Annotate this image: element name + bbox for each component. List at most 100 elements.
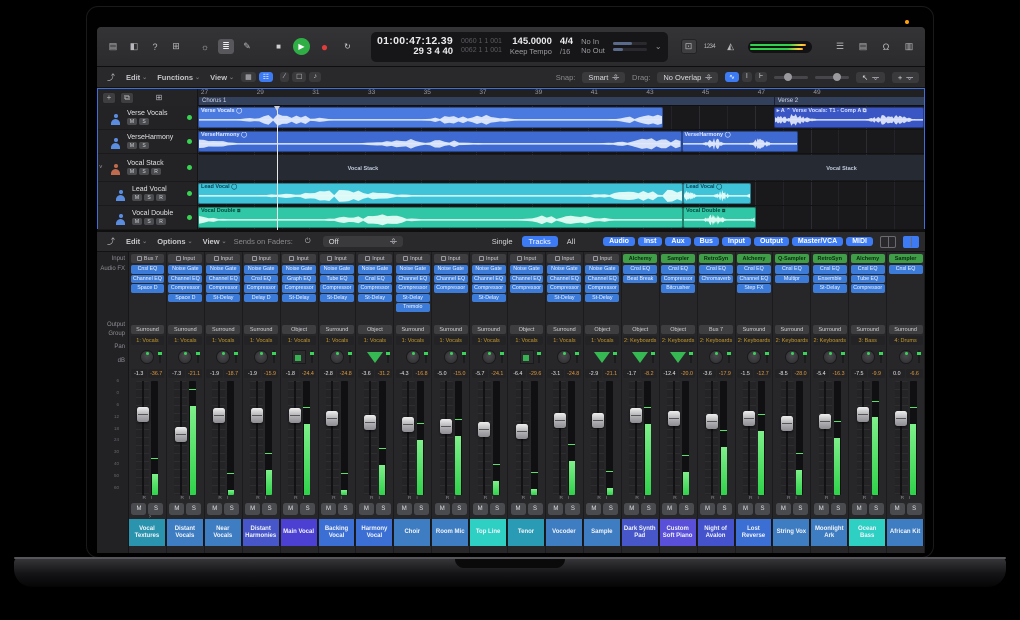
fx-slot[interactable]: Noise Gate (168, 265, 202, 274)
mute-button[interactable]: M (738, 503, 753, 515)
group-slot[interactable]: 2: Keyboards (623, 336, 657, 345)
smart-controls-icon[interactable]: ☼ (197, 39, 213, 54)
input-monitor-letter[interactable]: I (454, 496, 455, 502)
volume-fader[interactable] (516, 381, 529, 495)
volume-fader[interactable] (478, 381, 491, 495)
input-monitor-letter[interactable]: I (265, 496, 266, 502)
track-header[interactable]: VerseHarmony MS (98, 130, 197, 154)
volume-fader[interactable] (667, 381, 680, 495)
channel-name-plate[interactable]: Near Vocals (205, 519, 242, 546)
stop-button[interactable]: ■ (270, 38, 287, 55)
filter-audio-button[interactable]: Audio (603, 237, 635, 246)
region[interactable]: Vocal Stack (774, 155, 924, 180)
tracks-back-icon[interactable]: ⤴ (103, 70, 119, 85)
channel-name-plate[interactable]: Custom Soft Piano (660, 519, 697, 546)
input-slot[interactable]: Q-Sampler (775, 254, 809, 263)
inspector-icon[interactable]: ◧ (126, 39, 142, 54)
peak-db-value[interactable]: -24.1 (489, 369, 505, 378)
region[interactable]: Lead Vocal ◯ (683, 183, 751, 204)
dual-pane-icon[interactable] (903, 236, 919, 248)
group-slot[interactable]: 1: Vocals (472, 336, 506, 345)
peak-db-value[interactable]: -15.9 (262, 369, 278, 378)
group-slot[interactable]: 1: Vocals (510, 336, 544, 345)
snap-select[interactable]: Smart⇕ (582, 72, 625, 83)
peak-db-value[interactable]: -24.8 (337, 369, 353, 378)
track-name[interactable]: Lead Vocal (132, 186, 167, 193)
record-enable-letter[interactable]: R (446, 496, 449, 502)
solo-button[interactable]: S (186, 503, 201, 515)
record-button[interactable]: ● (316, 38, 333, 55)
input-monitor-letter[interactable]: I (606, 496, 607, 502)
record-enable-button[interactable]: R (156, 194, 166, 201)
input-monitor-letter[interactable]: I (416, 496, 417, 502)
input-slot[interactable]: Input (396, 254, 430, 263)
fader-cap[interactable] (175, 427, 187, 442)
region[interactable]: Verse Vocals ◯ (198, 107, 663, 128)
input-monitor-letter[interactable]: I (833, 496, 834, 502)
fader-cap[interactable] (402, 417, 414, 432)
fx-slot[interactable]: Noise Gate (396, 265, 430, 274)
output-slot[interactable]: Surround (131, 325, 165, 334)
group-slot[interactable]: 1: Vocals (547, 336, 581, 345)
channel-name-plate[interactable]: Moonlight Ark (811, 519, 848, 546)
record-enable-letter[interactable]: R (218, 496, 221, 502)
browsers-icon[interactable]: ▥ (901, 39, 917, 54)
mute-button[interactable]: M (169, 503, 184, 515)
peak-db-value[interactable]: -24.4 (300, 369, 316, 378)
pan-control[interactable] (396, 347, 430, 367)
group-slot[interactable]: 1: Vocals (320, 336, 354, 345)
input-slot[interactable]: Input (434, 254, 468, 263)
peak-db-value[interactable]: -6.6 (906, 369, 922, 378)
single-pane-icon[interactable] (880, 236, 896, 248)
solo-button[interactable]: S (144, 194, 154, 201)
channel-name-plate[interactable]: Dark Synth Pad (622, 519, 659, 546)
volume-fader[interactable] (705, 381, 718, 495)
fx-slot[interactable]: Noise Gate (320, 265, 354, 274)
pan-control[interactable] (320, 347, 354, 367)
channel-name-plate[interactable]: Ocean Bass (849, 519, 886, 546)
record-enable-letter[interactable]: R (180, 496, 183, 502)
solo-button[interactable]: S (139, 118, 149, 125)
fx-slot[interactable]: Compressor (547, 284, 581, 293)
input-monitor-letter[interactable]: I (530, 496, 531, 502)
track-name[interactable]: VerseHarmony (127, 134, 173, 141)
fader-cap[interactable] (251, 408, 263, 423)
mute-button[interactable]: M (283, 503, 298, 515)
mute-button[interactable]: M (890, 503, 905, 515)
fx-slot[interactable]: Compressor (206, 284, 240, 293)
mute-button[interactable]: M (131, 503, 146, 515)
fader-cap[interactable] (668, 411, 680, 426)
fx-slot[interactable]: St-Delay (206, 294, 240, 303)
fx-slot[interactable]: Channel EQ (737, 275, 771, 284)
group-slot[interactable]: 2: Keyboards (737, 336, 771, 345)
fx-slot[interactable]: Cnsl EQ (623, 265, 657, 274)
output-slot[interactable]: Surround (851, 325, 885, 334)
fx-slot[interactable]: Space D (168, 294, 202, 303)
fader-cap[interactable] (857, 407, 869, 422)
mute-button[interactable]: M (700, 503, 715, 515)
channel-name-plate[interactable]: Vocoder (546, 519, 583, 546)
group-slot[interactable]: 3: Bass (851, 336, 885, 345)
mixer-toggle-icon[interactable]: ≣ (218, 39, 234, 54)
input-monitor-letter[interactable]: I (341, 496, 342, 502)
solo-button[interactable]: S (641, 503, 656, 515)
channel-name-plate[interactable]: Night of Avalon (698, 519, 735, 546)
solo-button[interactable]: S (603, 503, 618, 515)
mixer-view-single-button[interactable]: Single (485, 236, 520, 247)
fx-slot[interactable]: Compressor (244, 284, 278, 293)
fx-slot[interactable]: Cnsl EQ (737, 265, 771, 274)
fx-slot[interactable]: Noise Gate (585, 265, 619, 274)
fx-slot[interactable]: St-Delay (282, 294, 316, 303)
record-enable-button[interactable]: R (156, 218, 166, 225)
input-slot[interactable]: Bus 7 (131, 254, 165, 263)
record-enable-letter[interactable]: R (484, 496, 487, 502)
solo-button[interactable]: S (300, 503, 315, 515)
pan-control[interactable] (585, 347, 619, 367)
channel-name-plate[interactable]: Top Line (470, 519, 507, 546)
fx-slot[interactable]: St-Delay (320, 294, 354, 303)
input-monitor-letter[interactable]: I (682, 496, 683, 502)
fader-cap[interactable] (364, 415, 376, 430)
output-slot[interactable]: Object (282, 325, 316, 334)
apple-loops-icon[interactable]: Ω (878, 39, 894, 54)
sends-power-icon[interactable]: ⏻ (300, 234, 316, 249)
